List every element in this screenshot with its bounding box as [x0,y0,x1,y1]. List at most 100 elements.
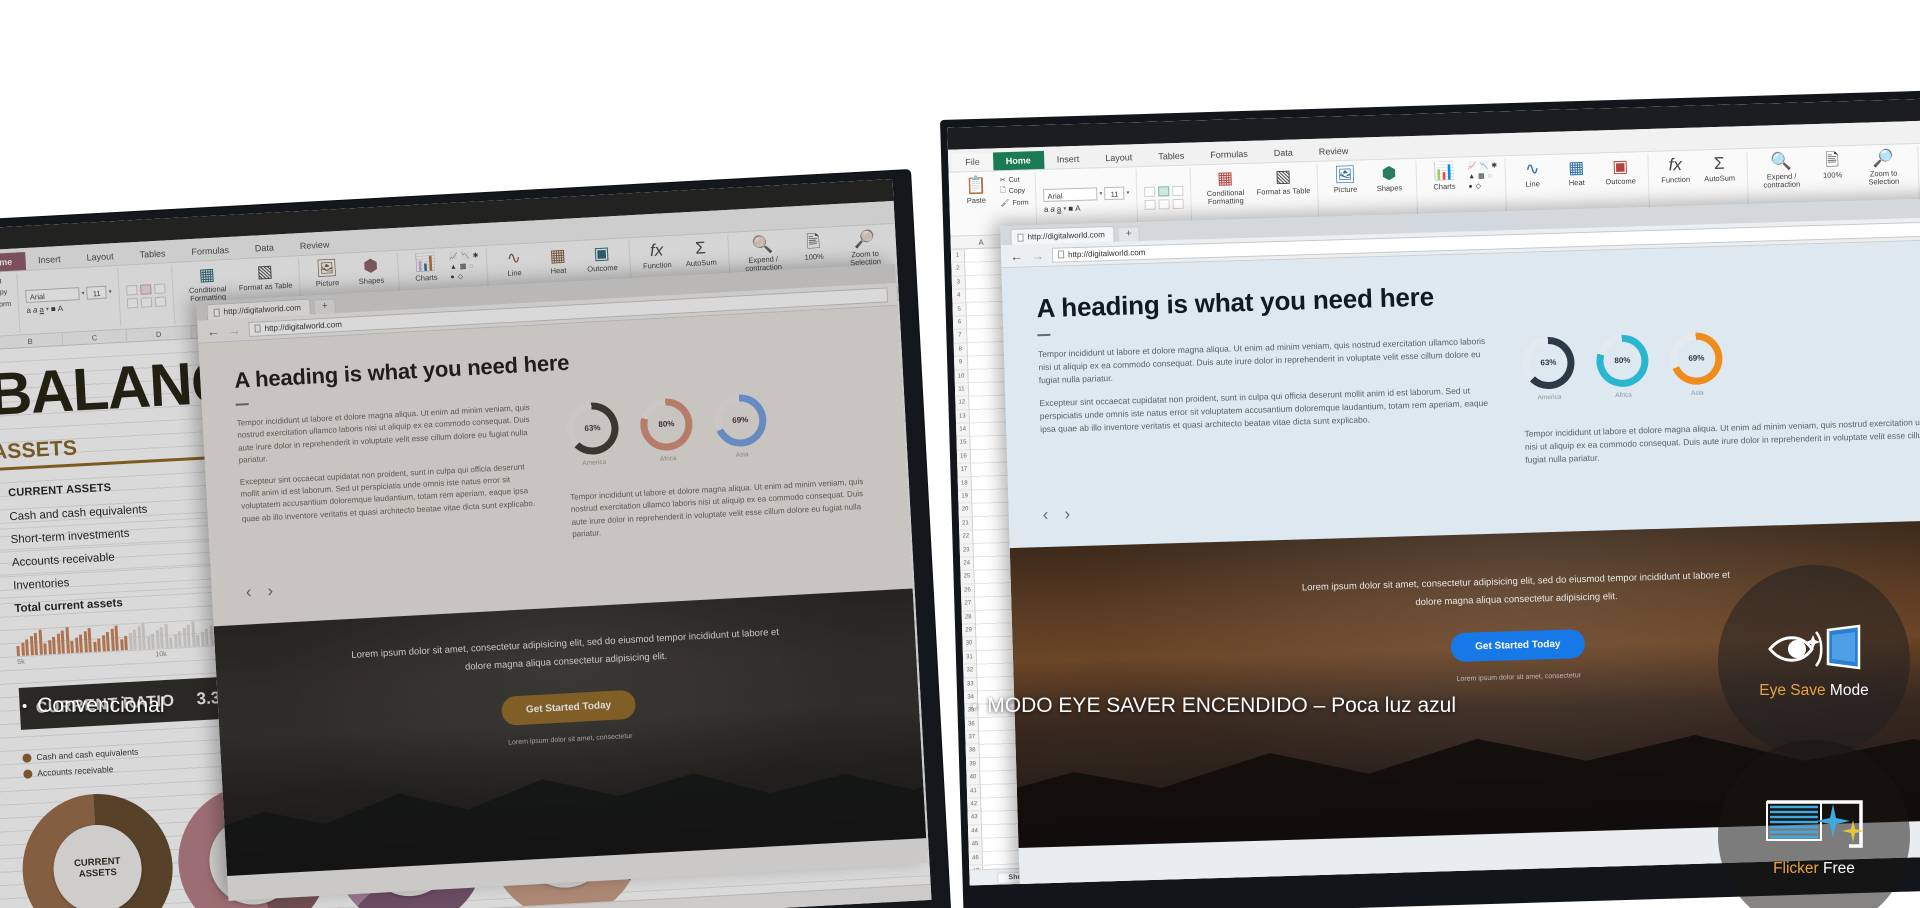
ribbon-tab-home[interactable]: Home [0,251,26,273]
row-header[interactable]: 31 [962,650,977,665]
row-header[interactable]: 40 [966,771,980,786]
ribbon-tab-home[interactable]: Home [992,150,1045,171]
paste-button[interactable]: 📋 Paste [956,176,997,206]
chevron-down-icon[interactable]: ▾ [1126,189,1129,196]
autosum-button[interactable]: Σ AutoSum [1699,154,1740,184]
line-chart-icon[interactable]: 📉 [1479,162,1488,170]
chevron-down-icon[interactable]: ▾ [1099,190,1102,197]
chevron-left-icon[interactable]: ‹ [245,582,252,602]
row-header[interactable]: 5 [952,302,966,317]
row-header[interactable]: 22 [959,530,973,545]
align-top-button[interactable] [127,297,139,309]
row-header[interactable]: 37 [965,731,979,745]
chevron-left-icon[interactable]: ‹ [1042,505,1048,525]
sparkline-line-button[interactable]: ∿ Line [1512,159,1553,189]
row-header[interactable]: 10 [954,369,968,384]
ribbon-tab-layout[interactable]: Layout [1092,148,1146,168]
conditional-formatting-button[interactable]: ▦ Conditional Formatting [1198,168,1253,206]
conditional-formatting-button[interactable]: ▦ Conditional Formatting [179,265,235,304]
row-header[interactable]: 13 [955,409,970,424]
row-header[interactable]: 17 [957,463,971,478]
picture-button[interactable]: 🖼 Picture [306,258,347,289]
zoom-100-button[interactable]: 🖹 100% [793,232,834,262]
font-family-select[interactable]: Arial [1043,187,1098,202]
pie-chart-icon[interactable]: ● [1468,183,1472,190]
row-header[interactable]: 42 [967,798,981,812]
row-header[interactable]: 32 [963,664,977,679]
ribbon-tab-data[interactable]: Data [1260,143,1306,162]
chevron-down-icon[interactable]: ▾ [46,306,49,313]
font-style-row[interactable]: a a a ▾ ■ A [26,304,63,315]
radar-chart-icon[interactable]: ◌ [469,262,474,269]
sparkline-outcome-button[interactable]: ▣ Outcome [1600,157,1641,187]
sparkline-line-button[interactable]: ∿ Line [493,248,534,278]
new-tab-button[interactable]: + [1117,226,1140,242]
sparkline-heat-button[interactable]: ▦ Heat [537,246,578,276]
zoom-to-selection-button[interactable]: 🔎 Zoom to Selection [837,229,893,268]
get-started-button[interactable]: Get Started Today [1450,628,1585,662]
row-header[interactable]: 20 [958,503,972,518]
format-as-table-button[interactable]: ▧ Format as Table [1256,167,1311,197]
chevron-right-icon[interactable]: › [1064,504,1070,524]
fill-color-icon[interactable]: ■ [51,304,56,313]
row-header[interactable]: 24 [959,557,974,571]
sparkline-heat-button[interactable]: ▦ Heat [1556,158,1597,188]
new-tab-button[interactable]: + [313,298,337,315]
font-color-icon[interactable]: A [1075,204,1081,213]
align-bottom-button[interactable] [155,296,167,307]
row-header[interactable]: 9 [954,356,968,371]
copy-button[interactable]: 🗋Copy [0,287,11,300]
bold-button[interactable]: a [1044,205,1049,214]
copy-button[interactable]: 🗋Copy [1000,185,1029,197]
area-chart-icon[interactable]: ▲ [450,263,457,270]
ribbon-tab-file[interactable]: File [952,152,994,172]
ribbon-tab-tables[interactable]: Tables [126,244,179,265]
function-button[interactable]: fx Function [1655,155,1696,185]
back-button[interactable]: ← [206,323,220,339]
fill-color-icon[interactable]: ■ [1068,204,1073,213]
row-header[interactable]: 29 [961,624,976,638]
row-header[interactable]: 38 [965,744,979,759]
align-center-button[interactable] [1158,186,1170,197]
scatter-chart-icon[interactable]: ✱ [472,251,479,259]
row-header[interactable]: 23 [959,543,973,558]
get-started-button[interactable]: Get Started Today [501,689,636,726]
charts-button[interactable]: 📊 Charts [1424,162,1465,192]
chevron-down-icon[interactable]: ▾ [108,288,112,295]
font-color-icon[interactable]: A [57,304,63,313]
row-header[interactable]: 26 [960,583,975,598]
sparkline-outcome-button[interactable]: ▣ Outcome [581,243,622,274]
chevron-down-icon[interactable]: ▾ [1063,205,1066,212]
radar-chart-icon[interactable]: ◌ [1488,172,1492,179]
area-chart-icon[interactable]: ▲ [1468,173,1475,180]
row-header[interactable]: 12 [955,396,969,411]
font-size-select[interactable]: 11 [1104,186,1125,201]
row-header[interactable]: 8 [953,343,968,357]
expend-contraction-button[interactable]: 🔍 Expend / contraction [735,235,791,274]
ribbon-tab-layout[interactable]: Layout [73,247,127,268]
font-size-select[interactable]: 11 [86,285,108,300]
picture-button[interactable]: 🖼 Picture [1325,165,1366,195]
other-chart-icon[interactable]: ◇ [1476,182,1482,190]
ribbon-tab-data[interactable]: Data [241,238,287,258]
row-header[interactable]: 46 [968,851,983,866]
row-header[interactable]: 43 [967,811,981,826]
row-header[interactable]: 27 [961,597,975,612]
row-header[interactable]: 25 [960,570,974,585]
row-header[interactable]: 11 [954,383,969,397]
align-middle-button[interactable] [141,297,153,308]
forward-button[interactable]: → [1031,247,1044,262]
align-bottom-button[interactable] [1172,198,1185,210]
row-header[interactable]: 41 [966,784,981,799]
row-header[interactable]: 30 [962,637,976,652]
browser-tab[interactable]: http://digitalworld.com [1010,225,1116,245]
back-button[interactable]: ← [1010,248,1023,263]
ribbon-tab-review[interactable]: Review [286,235,342,256]
shapes-button[interactable]: ⬢ Shapes [1369,163,1410,193]
bar-chart2-icon[interactable]: ▩ [1478,172,1485,180]
line-chart-icon[interactable]: 📉 [461,252,470,260]
shapes-button[interactable]: ⬢ Shapes [350,256,391,286]
chevron-down-icon[interactable]: ▾ [82,290,85,297]
align-left-button[interactable] [1144,186,1156,197]
row-header[interactable]: 4 [952,289,966,304]
